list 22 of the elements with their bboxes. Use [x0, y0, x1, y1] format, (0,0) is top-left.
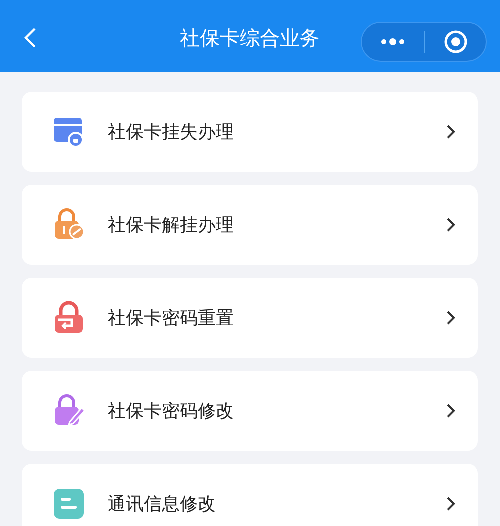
lock-pencil-icon [52, 394, 86, 428]
target-icon [444, 30, 468, 54]
item-label: 社保卡挂失办理 [108, 120, 235, 144]
chevron-right-icon [446, 403, 456, 419]
item-label: 社保卡密码修改 [108, 400, 235, 424]
item-label: 社保卡解挂办理 [108, 214, 235, 238]
list-icon [52, 487, 86, 521]
chevron-right-icon [446, 124, 456, 140]
menu-item[interactable]: 通讯信息修改 [22, 464, 478, 526]
menu-item[interactable]: 社保卡解挂办理 [22, 185, 478, 265]
menu-item[interactable]: 社保卡挂失办理 [22, 92, 478, 172]
chevron-right-icon [446, 217, 456, 233]
item-label: 通讯信息修改 [108, 492, 217, 516]
menu-item[interactable]: 社保卡密码重置 [22, 278, 478, 358]
page-title: 社保卡综合业务 [179, 26, 321, 50]
chevron-right-icon [446, 496, 456, 512]
item-label: 社保卡密码重置 [108, 306, 235, 330]
chevron-right-icon [446, 310, 456, 326]
padlock-icon [52, 208, 86, 242]
padlock-icon [52, 301, 86, 335]
more-icon [380, 38, 406, 46]
menu-item[interactable]: 社保卡密码修改 [22, 371, 478, 451]
